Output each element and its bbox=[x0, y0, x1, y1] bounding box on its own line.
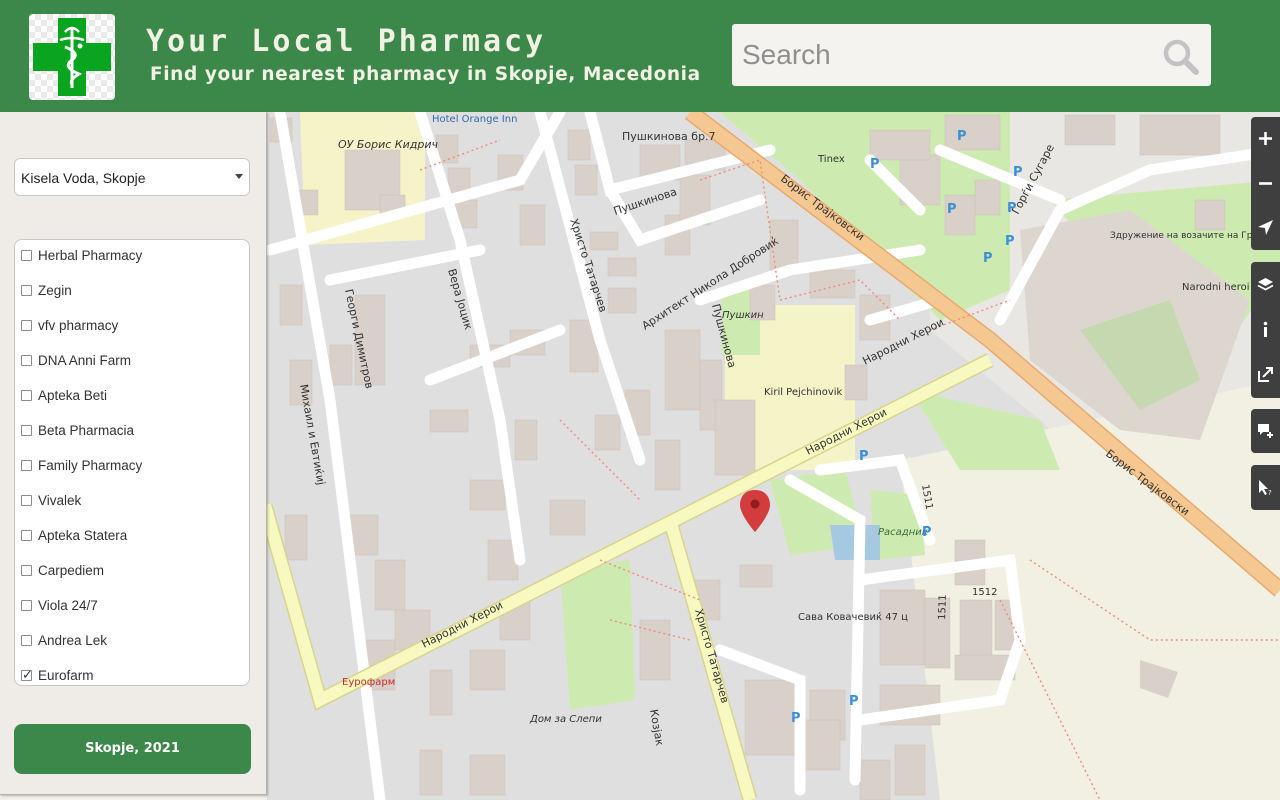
checkbox[interactable] bbox=[21, 600, 32, 611]
query-button[interactable]: ? bbox=[1251, 465, 1280, 510]
place-label: Сава Ковачевиќ 47 ц bbox=[798, 611, 908, 623]
checkbox[interactable] bbox=[21, 495, 32, 506]
location-select-value: Kisela Voda, Skopje bbox=[21, 170, 146, 186]
pharmacy-label: Zegin bbox=[38, 283, 72, 298]
pharmacy-item[interactable]: Carpediem bbox=[21, 561, 241, 583]
search-box bbox=[732, 24, 1211, 86]
pharmacy-label: Andrea Lek bbox=[38, 633, 108, 648]
pharmacy-item[interactable]: Apteka Statera bbox=[21, 526, 241, 548]
place-label: ОУ Борис Кидрич bbox=[338, 138, 439, 151]
share-button[interactable] bbox=[1251, 352, 1280, 398]
pharmacy-item[interactable]: ✓ Eurofarm bbox=[21, 666, 241, 685]
parking-icon: P bbox=[947, 202, 957, 217]
pharmacy-label: DNA Anni Farm bbox=[38, 353, 132, 368]
pharmacy-item[interactable]: Family Pharmacy bbox=[21, 456, 241, 478]
checkbox[interactable] bbox=[21, 390, 32, 401]
checkbox[interactable] bbox=[21, 530, 32, 541]
info-icon bbox=[1263, 321, 1268, 337]
parking-icon: P bbox=[983, 251, 993, 266]
pharmacy-label: Viola 24/7 bbox=[38, 598, 98, 613]
zoom-in-icon bbox=[1259, 132, 1272, 145]
street-label: Пушкинова бр.7 bbox=[622, 130, 716, 143]
place-label: 1512 bbox=[972, 587, 997, 598]
checkbox[interactable] bbox=[21, 250, 32, 261]
zoom-out-icon bbox=[1259, 182, 1272, 185]
place-label: 1511 bbox=[937, 594, 949, 620]
svg-text:?: ? bbox=[1268, 489, 1272, 496]
locate-button[interactable] bbox=[1251, 205, 1280, 250]
search-input[interactable] bbox=[742, 24, 1152, 86]
checkbox[interactable] bbox=[21, 355, 32, 366]
parking-icon: P bbox=[859, 449, 869, 464]
pharmacy-label: Apteka Beti bbox=[38, 388, 108, 403]
place-label: Hotel Orange Inn bbox=[432, 114, 517, 125]
parking-icon: P bbox=[791, 711, 801, 726]
chevron-down-icon bbox=[235, 174, 243, 179]
place-label: Дом за Слепи bbox=[529, 714, 602, 725]
page-subtitle: Find your nearest pharmacy in Skopje, Ma… bbox=[150, 64, 701, 85]
pharmacy-label: Family Pharmacy bbox=[38, 458, 143, 473]
note-button[interactable] bbox=[1251, 409, 1280, 453]
place-label: Kiril Pejchinovik bbox=[764, 387, 843, 398]
parking-icon: P bbox=[957, 129, 967, 144]
parking-icon: P bbox=[1013, 165, 1023, 180]
query-icon: ? bbox=[1259, 480, 1272, 496]
parking-icon: P bbox=[1007, 201, 1017, 216]
checkbox[interactable] bbox=[21, 565, 32, 576]
checkbox[interactable] bbox=[21, 425, 32, 436]
parking-icon: P bbox=[1005, 234, 1015, 249]
pharmacy-label: Carpediem bbox=[38, 563, 105, 578]
app-header: Your Local Pharmacy Find your nearest ph… bbox=[0, 0, 1280, 112]
parking-icon: P bbox=[870, 157, 880, 172]
sidebar: Kisela Voda, Skopje Herbal Pharmacy Zegi… bbox=[0, 112, 267, 795]
parking-icon: P bbox=[849, 694, 859, 709]
checkmark-icon: ✓ bbox=[22, 667, 33, 682]
pharmacy-label: Apteka Statera bbox=[38, 528, 128, 543]
pharmacy-item[interactable]: Beta Pharmacia bbox=[21, 421, 241, 443]
map-controls bbox=[1251, 117, 1280, 250]
pharmacy-item[interactable]: Herbal Pharmacy bbox=[21, 246, 241, 268]
place-label: Пушкин bbox=[722, 310, 764, 321]
place-label: Еурофарм bbox=[342, 677, 395, 688]
footer-button[interactable]: Skopje, 2021 bbox=[14, 724, 251, 774]
note-icon bbox=[1258, 424, 1273, 438]
pharmacy-item[interactable]: Zegin bbox=[21, 281, 241, 303]
pharmacy-item[interactable]: Viola 24/7 bbox=[21, 596, 241, 618]
pharmacy-label: Vivalek bbox=[38, 493, 82, 508]
checkbox[interactable] bbox=[21, 635, 32, 646]
search-icon[interactable] bbox=[1161, 36, 1201, 76]
pharmacy-label: Eurofarm bbox=[38, 668, 94, 683]
pharmacy-cross-icon bbox=[29, 14, 115, 100]
location-select[interactable]: Kisela Voda, Skopje bbox=[14, 158, 250, 196]
pharmacy-item[interactable]: vfv pharmacy bbox=[21, 316, 241, 338]
pharmacy-item[interactable]: Andrea Lek bbox=[21, 631, 241, 653]
info-button[interactable] bbox=[1251, 307, 1280, 352]
pharmacy-item[interactable]: DNA Anni Farm bbox=[21, 351, 241, 373]
pharmacy-label: vfv pharmacy bbox=[38, 318, 119, 333]
note-control bbox=[1251, 409, 1280, 453]
map-tools bbox=[1251, 262, 1280, 398]
map-view[interactable]: Борис Трајковски Борис Трајковски Народн… bbox=[267, 112, 1280, 800]
layers-button[interactable] bbox=[1251, 262, 1280, 307]
pharmacy-label: Herbal Pharmacy bbox=[38, 248, 143, 263]
query-control: ? bbox=[1251, 465, 1280, 510]
place-label: Tinex bbox=[817, 154, 845, 165]
pharmacy-list[interactable]: Herbal Pharmacy Zegin vfv pharmacy DNA A… bbox=[14, 239, 250, 686]
page-title: Your Local Pharmacy bbox=[146, 24, 547, 59]
checkbox-checked[interactable]: ✓ bbox=[21, 667, 33, 682]
checkbox[interactable] bbox=[21, 285, 32, 296]
zoom-in-button[interactable] bbox=[1251, 117, 1280, 161]
layers-icon bbox=[1257, 278, 1274, 291]
parking-icon: P bbox=[922, 525, 932, 540]
checkbox[interactable] bbox=[21, 320, 32, 331]
locate-icon bbox=[1258, 220, 1273, 235]
pharmacy-item[interactable]: Vivalek bbox=[21, 491, 241, 513]
pharmacy-item[interactable]: Apteka Beti bbox=[21, 386, 241, 408]
zoom-out-button[interactable] bbox=[1251, 161, 1280, 205]
checkbox[interactable] bbox=[21, 460, 32, 471]
pharmacy-label: Beta Pharmacia bbox=[38, 423, 135, 438]
share-icon bbox=[1258, 367, 1273, 382]
place-label: Расадник bbox=[878, 527, 928, 538]
